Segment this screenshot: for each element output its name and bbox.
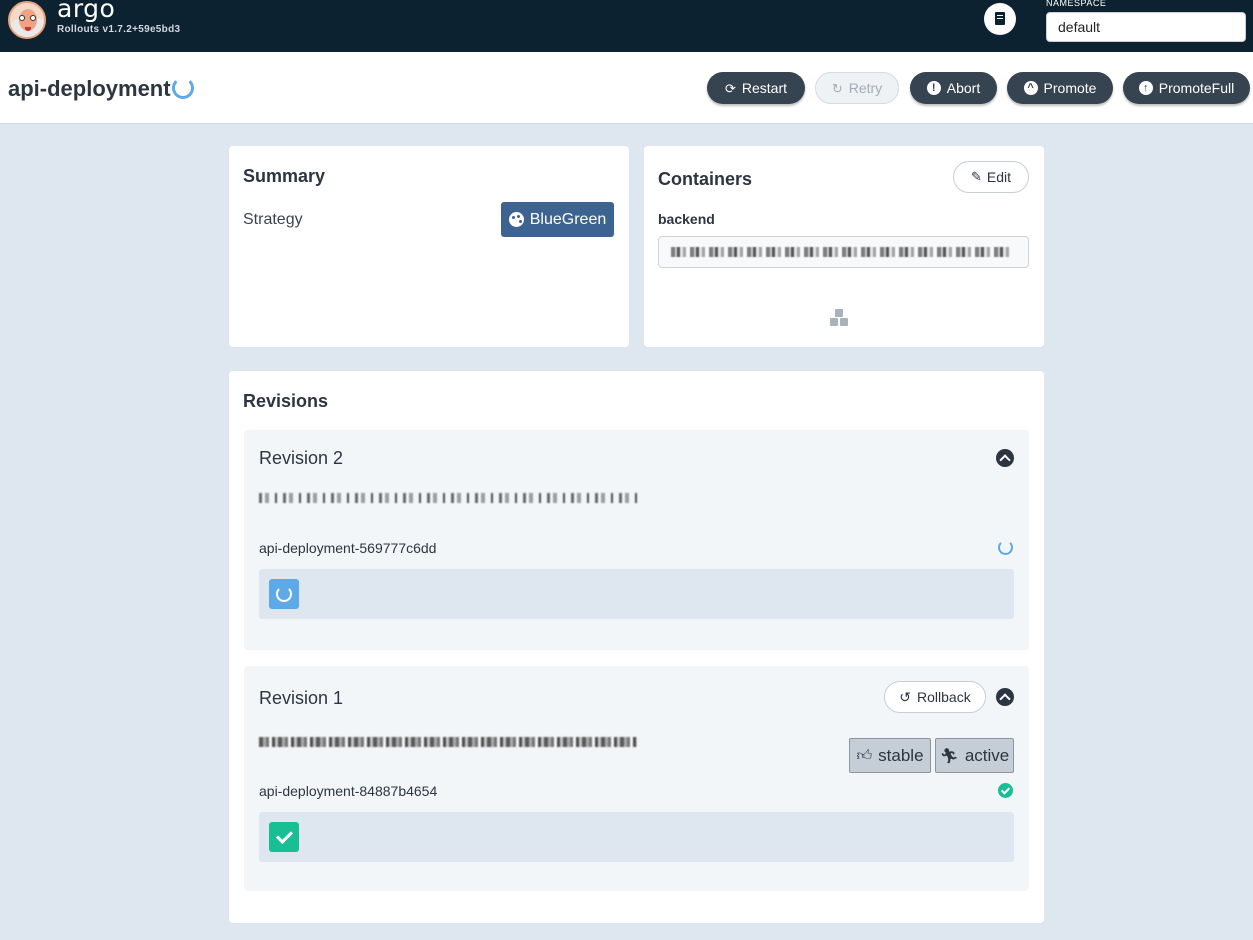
- rollback-button[interactable]: ↺ Rollback: [884, 681, 986, 713]
- abort-button-label: Abort: [946, 80, 981, 96]
- active-tag-label: active: [964, 745, 1010, 765]
- sync-icon: ⟳: [724, 80, 736, 96]
- version-label: Rollouts v1.7.2+59e5bd3: [57, 24, 181, 35]
- redacted-image-text: [259, 737, 637, 747]
- containers-title: Containers: [658, 169, 753, 189]
- pods-bar: [259, 569, 1014, 619]
- promote-button-label: Promote: [1043, 80, 1097, 96]
- healthy-status-icon: [998, 783, 1013, 798]
- cubes-icon: [828, 309, 850, 327]
- retry-button[interactable]: ↻ Retry: [815, 72, 899, 104]
- thumbs-up-icon: 👍︎: [856, 746, 873, 764]
- exclamation-circle-icon: !: [926, 81, 941, 95]
- rollout-header: api-deployment ⟳ Restart ↻ Retry ! Abort…: [0, 52, 1253, 124]
- namespace-input[interactable]: [1046, 12, 1246, 42]
- restart-button[interactable]: ⟳ Restart: [707, 72, 805, 104]
- pods-bar: [259, 812, 1014, 862]
- namespace-label: NAMESPACE: [1046, 0, 1107, 8]
- arrow-up-circle-icon: ↑: [1138, 81, 1153, 95]
- revision-title: Revision 1: [259, 688, 344, 708]
- strategy-value: BlueGreen: [529, 210, 607, 228]
- chevron-up-circle-icon: ^: [1023, 81, 1038, 95]
- container-name: backend: [658, 211, 715, 227]
- brand-name: argo: [57, 0, 116, 23]
- abort-button[interactable]: ! Abort: [910, 72, 997, 104]
- redacted-image-text: [671, 247, 1011, 257]
- promote-full-button-label: PromoteFull: [1158, 80, 1235, 96]
- progressing-status-icon: [172, 77, 194, 99]
- argo-logo-icon[interactable]: [8, 1, 46, 39]
- container-image-field[interactable]: [658, 236, 1029, 268]
- revisions-card: Revisions Revision 2 api-deployment-5697…: [229, 371, 1044, 923]
- summary-card: Summary Strategy BlueGreen: [229, 146, 629, 347]
- progressing-status-icon: [998, 540, 1013, 555]
- containers-card: Containers ✎ Edit backend: [644, 146, 1044, 347]
- stable-tag: 👍︎ stable: [849, 738, 931, 773]
- stable-tag-label: stable: [878, 745, 924, 765]
- undo-icon: ↺: [899, 688, 912, 705]
- replicaset-name: api-deployment-569777c6dd: [259, 540, 437, 556]
- redo-icon: ↻: [831, 80, 843, 96]
- pod-healthy-icon[interactable]: [269, 822, 299, 852]
- promote-button[interactable]: ^ Promote: [1007, 72, 1113, 104]
- top-bar: argo Rollouts v1.7.2+59e5bd3 NAMESPACE: [0, 0, 1253, 52]
- edit-button-label: Edit: [986, 169, 1012, 185]
- revision-panel: Revision 2 api-deployment-569777c6dd: [244, 430, 1029, 650]
- active-tag: 🏃︎ active: [935, 738, 1014, 773]
- rollback-button-label: Rollback: [917, 689, 971, 705]
- documentation-button[interactable]: [984, 3, 1016, 35]
- edit-containers-button[interactable]: ✎ Edit: [953, 161, 1029, 193]
- revisions-title: Revisions: [243, 391, 329, 411]
- restart-button-label: Restart: [741, 80, 788, 96]
- running-icon: 🏃︎: [939, 747, 959, 765]
- collapse-icon[interactable]: [996, 688, 1014, 706]
- revision-title: Revision 2: [259, 448, 344, 468]
- pod-progressing-icon[interactable]: [269, 579, 299, 609]
- strategy-label: Strategy: [243, 211, 303, 228]
- promote-full-button[interactable]: ↑ PromoteFull: [1123, 72, 1250, 104]
- pencil-icon: ✎: [970, 169, 982, 184]
- retry-button-label: Retry: [848, 80, 883, 96]
- redacted-image-text: [259, 493, 637, 503]
- palette-icon: [508, 212, 524, 227]
- strategy-badge: BlueGreen: [501, 202, 614, 237]
- book-icon: [995, 12, 1005, 25]
- page-title: api-deployment: [8, 76, 171, 101]
- revision-panel: Revision 1 ↺ Rollback 👍︎ stable 🏃︎ activ…: [244, 666, 1029, 891]
- replicaset-name: api-deployment-84887b4654: [259, 783, 438, 799]
- collapse-icon[interactable]: [996, 449, 1014, 467]
- summary-title: Summary: [243, 166, 326, 186]
